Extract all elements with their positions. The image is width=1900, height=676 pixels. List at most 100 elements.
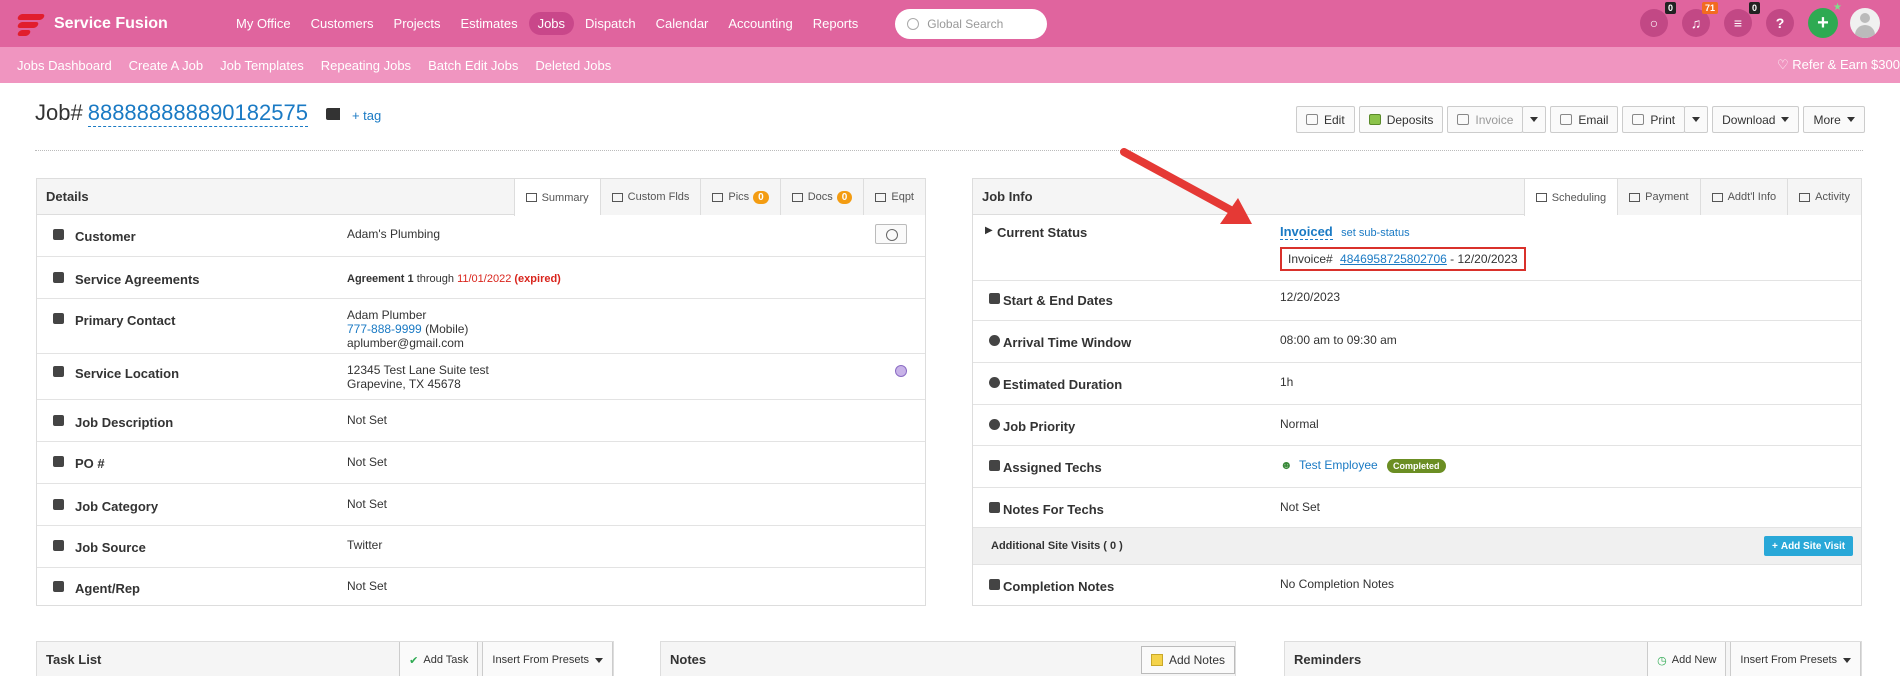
job-info-title: Job Info	[982, 189, 1033, 204]
contact-phone-link[interactable]: 777-888-9999	[347, 322, 422, 336]
subnav-jobs-dashboard[interactable]: Jobs Dashboard	[17, 58, 112, 73]
print-button[interactable]: Print	[1622, 106, 1686, 133]
top-navbar: Service Fusion My Office Customers Proje…	[0, 0, 1900, 47]
notes-header: Notes Add Notes	[661, 642, 1235, 676]
location-status-dot[interactable]	[895, 365, 907, 377]
document-icon	[791, 192, 803, 202]
invoice-dropdown-button[interactable]	[1522, 106, 1547, 133]
location-line1[interactable]: 12345 Test Lane Suite test	[347, 363, 489, 377]
document-icon	[53, 272, 64, 283]
status-invoiced-link[interactable]: Invoiced	[1280, 224, 1333, 240]
reminders-header: Reminders ◷ Add New Insert From Presets	[1285, 642, 1861, 676]
global-search-input[interactable]: Global Search	[895, 8, 1048, 39]
user-avatar[interactable]	[1850, 8, 1880, 38]
agreement-date: 11/01/2022	[457, 273, 512, 285]
job-category-value: Not Set	[347, 497, 388, 511]
history-icon[interactable]	[875, 224, 907, 244]
tab-summary[interactable]: Summary	[513, 179, 600, 216]
chevron-down-icon	[1692, 117, 1701, 122]
tab-pics[interactable]: Pics 0	[700, 179, 780, 215]
user-icon	[53, 229, 64, 240]
job-description-row: Job Description Not Set	[37, 400, 925, 442]
nav-calendar[interactable]: Calendar	[647, 12, 718, 35]
nav-projects[interactable]: Projects	[385, 12, 450, 35]
user-icon	[53, 581, 64, 592]
tech-link[interactable]: Test Employee	[1299, 458, 1378, 472]
location-line2[interactable]: Grapevine, TX 45678	[347, 377, 461, 391]
tab-custom-fields[interactable]: Custom Flds	[599, 179, 701, 215]
download-button[interactable]: Download	[1712, 106, 1800, 133]
list-button[interactable]: ≡ 0	[1724, 2, 1760, 37]
nav-reports[interactable]: Reports	[804, 12, 868, 35]
arrival-time-value: 08:00 am to 09:30 am	[1280, 333, 1397, 347]
customer-label: Customer	[75, 229, 136, 244]
invoice-highlight-box: Invoice# 4846958725802706 - 12/20/2023	[1280, 247, 1526, 271]
tab-equipment[interactable]: Eqpt	[863, 179, 925, 215]
subnav-job-templates[interactable]: Job Templates	[220, 58, 304, 73]
email-button[interactable]: Email	[1550, 106, 1619, 133]
tab-payment[interactable]: Payment	[1617, 179, 1700, 215]
help-button[interactable]: ?	[1766, 9, 1794, 37]
notifications-button[interactable]: ♫ 71	[1682, 2, 1718, 37]
pics-count-badge: 0	[753, 190, 769, 204]
tab-additional-info[interactable]: Addt'l Info	[1699, 179, 1788, 215]
nav-dispatch[interactable]: Dispatch	[576, 12, 645, 35]
deposits-button[interactable]: Deposits	[1358, 106, 1444, 133]
completion-notes-value: No Completion Notes	[1280, 577, 1395, 591]
service-agreements-label: Service Agreements	[75, 272, 200, 287]
insert-from-presets-button[interactable]: Insert From Presets	[482, 642, 613, 676]
notes-title: Notes	[670, 652, 707, 667]
agreement-name: Agreement 1	[347, 273, 414, 285]
messages-count-badge: 0	[1664, 2, 1676, 14]
refer-earn-link[interactable]: ♡ Refer & Earn $300	[1777, 57, 1900, 73]
customer-link[interactable]: Adam's Plumbing	[347, 227, 440, 241]
add-site-visit-button[interactable]: + Add Site Visit	[1764, 536, 1854, 556]
job-label: Job#	[35, 100, 83, 125]
tab-scheduling[interactable]: Scheduling	[1523, 179, 1618, 216]
add-reminder-button[interactable]: ◷ Add New	[1647, 642, 1727, 676]
messages-button[interactable]: ○ 0	[1640, 2, 1676, 37]
more-button[interactable]: More	[1803, 106, 1865, 133]
reminders-presets-button[interactable]: Insert From Presets	[1730, 642, 1861, 676]
invoice-number-link[interactable]: 4846958725802706	[1340, 252, 1447, 266]
tab-activity[interactable]: Activity	[1787, 179, 1861, 215]
subnav-deleted-jobs[interactable]: Deleted Jobs	[535, 58, 611, 73]
job-category-row: Job Category Not Set	[37, 484, 925, 526]
notes-for-techs-label: Notes For Techs	[1003, 502, 1104, 517]
details-panel: Details Summary Custom Flds Pics 0 Docs 0 …	[36, 178, 926, 606]
expand-triangle-icon[interactable]: ▶	[985, 225, 993, 236]
completion-notes-label: Completion Notes	[1003, 579, 1115, 594]
equipment-icon	[875, 192, 887, 202]
additional-site-visits-bar: Additional Site Visits ( 0 ) + Add Site …	[973, 528, 1861, 565]
notifications-count-badge: 71	[1701, 2, 1718, 14]
agent-rep-value: Not Set	[347, 579, 388, 593]
folder-icon	[53, 499, 64, 510]
subnav-repeating-jobs[interactable]: Repeating Jobs	[321, 58, 411, 73]
subnav-create-job[interactable]: Create A Job	[129, 58, 203, 73]
add-task-button[interactable]: ✔ Add Task	[399, 642, 479, 676]
chevron-down-icon	[1843, 657, 1851, 663]
job-priority-value: Normal	[1280, 417, 1319, 431]
print-dropdown-button[interactable]	[1684, 106, 1709, 133]
status-line: Invoiced set sub-status	[1280, 224, 1410, 240]
home-icon	[53, 366, 64, 377]
job-number[interactable]: 888888888890182575	[87, 100, 308, 127]
add-tag-link[interactable]: + tag	[352, 108, 381, 123]
top-right-tools: ○ 0 ♫ 71 ≡ 0 ? + ★	[1640, 2, 1880, 38]
service-fusion-logo[interactable]: Service Fusion	[14, 9, 214, 39]
contact-email-link[interactable]: aplumber@gmail.com	[347, 336, 464, 350]
invoice-label: Invoice#	[1288, 252, 1333, 266]
nav-estimates[interactable]: Estimates	[452, 12, 527, 35]
quick-add-button[interactable]: + ★	[1808, 2, 1842, 38]
subnav-batch-edit-jobs[interactable]: Batch Edit Jobs	[428, 58, 518, 73]
tab-docs[interactable]: Docs 0	[779, 179, 864, 215]
add-notes-button[interactable]: Add Notes	[1140, 646, 1235, 674]
nav-jobs[interactable]: Jobs	[528, 12, 575, 35]
nav-my-office[interactable]: My Office	[227, 12, 300, 35]
details-title: Details	[46, 189, 89, 204]
nav-customers[interactable]: Customers	[302, 12, 383, 35]
nav-accounting[interactable]: Accounting	[719, 12, 801, 35]
invoice-button[interactable]: Invoice	[1447, 106, 1524, 133]
set-sub-status-link[interactable]: set sub-status	[1341, 227, 1409, 239]
edit-button[interactable]: Edit	[1296, 106, 1355, 133]
